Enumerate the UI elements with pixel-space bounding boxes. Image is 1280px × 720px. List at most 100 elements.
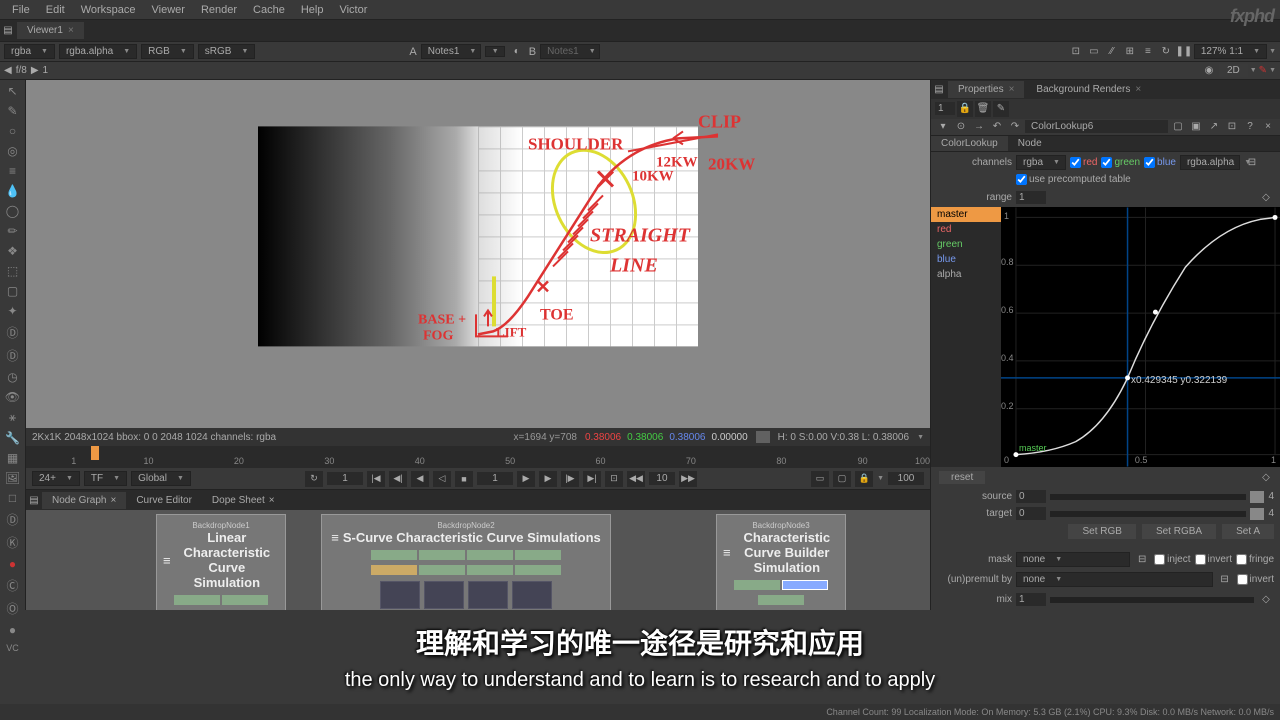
step-fwd-icon[interactable]: ▶ <box>539 471 557 487</box>
jump-fwd-icon[interactable]: ▶▶ <box>679 471 697 487</box>
prop-count-input[interactable] <box>935 102 955 115</box>
out-icon2[interactable]: ▢ <box>833 471 851 487</box>
target-input[interactable] <box>1016 507 1046 520</box>
tool-rec-icon[interactable]: ● <box>4 557 22 571</box>
tool-circle-icon[interactable]: ○ <box>4 124 22 138</box>
anim-icon[interactable]: ◇ <box>1258 592 1274 608</box>
alpha-dropdown[interactable]: rgba.alpha▼ <box>1180 155 1240 170</box>
menu-render[interactable]: Render <box>193 1 245 19</box>
tool-blank-icon[interactable]: □ <box>4 491 22 505</box>
zoom-dropdown[interactable]: 127% 1:1▼ <box>1194 44 1267 59</box>
menu-workspace[interactable]: Workspace <box>73 1 144 19</box>
backdrop-linear[interactable]: BackdropNode1 ≡Linear Characteristic Cur… <box>156 514 286 610</box>
mix-slider[interactable] <box>1050 597 1254 603</box>
anim-icon[interactable]: ◇ <box>1258 470 1274 486</box>
tool-wand-icon[interactable]: ⚹ <box>4 410 22 425</box>
play-icon[interactable]: ▶ <box>517 471 535 487</box>
lock-icon[interactable]: 🔒 <box>957 101 973 117</box>
edit-icon[interactable]: ✎ <box>993 101 1009 117</box>
input-a-dropdown[interactable]: Notes1▼ <box>421 44 481 59</box>
inject-checkbox[interactable]: inject <box>1154 554 1190 565</box>
mix-input[interactable] <box>1016 593 1046 606</box>
invert2-checkbox[interactable]: invert <box>1237 574 1274 585</box>
proxy-icon[interactable]: ⁄⁄ <box>1104 44 1120 60</box>
next-arrow-icon[interactable]: ▶ <box>31 65 39 76</box>
trash-icon[interactable]: 🗑 <box>975 101 991 117</box>
play-back-icon[interactable]: ◁ <box>433 471 451 487</box>
curve-ch-red[interactable]: red <box>931 222 1001 237</box>
next-icon[interactable]: → <box>971 119 987 135</box>
range-icon[interactable]: ⊡ <box>605 471 623 487</box>
help-icon[interactable]: ? <box>1242 119 1258 135</box>
overscan-icon[interactable]: ⊞ <box>1122 44 1138 60</box>
menu-edit[interactable]: Edit <box>38 1 73 19</box>
tool-star-icon[interactable]: ✦ <box>4 304 22 318</box>
tool-lines-icon[interactable]: ≡ <box>4 164 22 178</box>
tool-wrench-icon[interactable]: 🔧 <box>4 431 22 445</box>
invert-checkbox[interactable]: invert <box>1195 554 1232 565</box>
viewer-canvas[interactable]: CLIP SHOULDER 12KW 20KW 10KW STRAIGHT LI… <box>26 80 930 428</box>
target-slider[interactable] <box>1050 511 1246 517</box>
red-checkbox[interactable]: red <box>1070 157 1097 168</box>
tf-dropdown[interactable]: TF▼ <box>84 471 127 486</box>
input-b-dropdown[interactable]: Notes1▼ <box>540 44 600 59</box>
undo-icon[interactable]: ↶ <box>989 119 1005 135</box>
tab-node-graph[interactable]: Node Graph× <box>42 492 126 509</box>
blue-checkbox[interactable]: blue <box>1144 157 1176 168</box>
tool-ring-icon[interactable]: ◯ <box>4 204 22 218</box>
tool-layers-icon[interactable]: ❖ <box>4 244 22 258</box>
tool-image-icon[interactable]: 🖼 <box>4 471 22 485</box>
btn3-icon[interactable]: ↗ <box>1206 119 1222 135</box>
source-slider[interactable] <box>1050 494 1246 500</box>
clip-icon[interactable]: ⊡ <box>1068 44 1084 60</box>
viewer-tab[interactable]: Viewer1 × <box>17 22 84 39</box>
set-a-button[interactable]: Set A <box>1222 524 1274 539</box>
tool-target-icon[interactable]: ◎ <box>4 144 22 158</box>
tab-curve-editor[interactable]: Curve Editor <box>126 492 202 509</box>
pause-icon[interactable]: ❚❚ <box>1176 44 1192 60</box>
tool-time-icon[interactable]: ◷ <box>4 370 22 384</box>
tab-properties[interactable]: Properties× <box>948 81 1024 98</box>
green-checkbox[interactable]: green <box>1101 157 1140 168</box>
timeline[interactable]: 1 10 20 30 40 50 60 70 80 90 100 <box>26 446 930 468</box>
tool-c-icon[interactable]: Ⓒ <box>4 577 22 594</box>
menu-viewer[interactable]: Viewer <box>144 1 193 19</box>
playhead[interactable] <box>91 446 99 460</box>
roi-icon[interactable]: ▭ <box>1086 44 1102 60</box>
tool-brush-icon[interactable]: ✎ <box>4 104 22 118</box>
fringe-checkbox[interactable]: fringe <box>1236 554 1274 565</box>
last-frame-icon[interactable]: ▶| <box>583 471 601 487</box>
rgb-dropdown[interactable]: RGB▼ <box>141 44 194 59</box>
tool-k-icon[interactable]: Ⓚ <box>4 534 22 551</box>
layer-dropdown[interactable]: rgba▼ <box>4 44 55 59</box>
stop-icon[interactable]: ■ <box>455 471 473 487</box>
prev-arrow-icon[interactable]: ◀ <box>4 65 12 76</box>
input-a-extra[interactable]: ▼ <box>485 46 505 57</box>
backdrop-scurve[interactable]: BackdropNode2 ≡S-Curve Characteristic Cu… <box>321 514 611 610</box>
btn4-icon[interactable]: ⊡ <box>1224 119 1240 135</box>
unpremult-dropdown[interactable]: none▼ <box>1016 572 1213 587</box>
curve-ch-blue[interactable]: blue <box>931 252 1001 267</box>
subtab-colorlookup[interactable]: ColorLookup <box>931 136 1008 151</box>
prev-key-icon[interactable]: ◀| <box>389 471 407 487</box>
tab-dope-sheet[interactable]: Dope Sheet× <box>202 492 285 509</box>
colorspace-dropdown[interactable]: sRGB▼ <box>198 44 256 59</box>
range-input[interactable] <box>1016 191 1046 204</box>
curve-ch-master[interactable]: master <box>931 207 1001 222</box>
menu-cache[interactable]: Cache <box>245 1 293 19</box>
menu-help[interactable]: Help <box>293 1 332 19</box>
tool-pen-icon[interactable]: ✏ <box>4 224 22 238</box>
exposure-ruler[interactable] <box>52 62 1197 79</box>
channel-dropdown[interactable]: rgba.alpha▼ <box>59 44 137 59</box>
jump-input[interactable] <box>649 472 675 485</box>
tool-d1-icon[interactable]: Ⓓ <box>4 324 22 341</box>
panel-menu-icon[interactable]: ▤ <box>0 23 16 39</box>
curve-ch-alpha[interactable]: alpha <box>931 267 1001 282</box>
panel-menu-icon[interactable]: ▤ <box>26 492 42 508</box>
backdrop-builder[interactable]: BackdropNode3 ≡Characteristic Curve Buil… <box>716 514 846 610</box>
mask-link-icon[interactable]: ⊟ <box>1134 552 1150 568</box>
channels-dropdown[interactable]: rgba▼ <box>1016 155 1066 170</box>
tool-d2-icon[interactable]: Ⓓ <box>4 347 22 364</box>
first-frame-icon[interactable]: |◀ <box>367 471 385 487</box>
wipe-icon[interactable]: ◐ <box>509 44 525 60</box>
